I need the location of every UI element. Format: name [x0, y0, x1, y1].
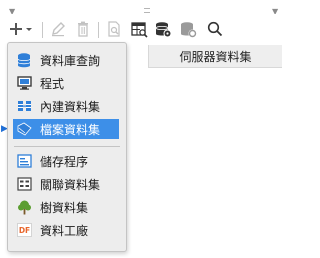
toolbar: [0, 14, 297, 44]
preview-button[interactable]: [104, 18, 124, 40]
menu-item-tree-dataset[interactable]: 樹資料集: [13, 197, 119, 217]
toolbar-separator: [42, 22, 43, 38]
menu-item-stored-procedure[interactable]: 儲存程序: [13, 151, 119, 171]
trash-icon: [78, 21, 88, 37]
add-button[interactable]: [8, 18, 34, 40]
svg-text:DF: DF: [18, 226, 29, 235]
pencil-icon: [52, 22, 65, 37]
menu-item-label: 儲存程序: [40, 154, 89, 169]
database-button[interactable]: [153, 18, 173, 40]
query-button[interactable]: [129, 18, 149, 40]
table-search-icon: [130, 21, 148, 38]
menu-item-builtin-dataset[interactable]: 內建資料集: [13, 96, 119, 116]
menu-item-label: 內建資料集: [40, 99, 101, 114]
document-search-icon: [108, 21, 120, 37]
relation-icon: [16, 176, 32, 192]
file-tag-icon: [16, 121, 32, 137]
add-dataset-menu: 資料庫查詢 程式 內建資料集 檔案資料集 儲存程序 關聯資料集 樹資料集 DF …: [7, 42, 127, 252]
toolbar-separator: [98, 22, 99, 38]
monitor-icon: [16, 75, 32, 91]
builtin-table-icon: [16, 98, 32, 114]
column-header-server-datasets: 伺服器資料集: [148, 45, 282, 68]
menu-item-data-factory[interactable]: DF 資料工廠: [13, 220, 119, 240]
database-refresh-icon: [180, 21, 196, 37]
search-icon: [207, 21, 223, 37]
df-icon: DF: [16, 222, 32, 238]
menu-item-label: 資料工廠: [40, 223, 89, 238]
menu-item-program[interactable]: 程式: [13, 73, 119, 93]
search-button[interactable]: [205, 18, 225, 40]
panel-title-strip: ▼ ▼: [0, 0, 297, 16]
menu-item-database-query[interactable]: 資料庫查詢: [13, 50, 119, 70]
menu-item-file-dataset[interactable]: 檔案資料集: [13, 119, 119, 139]
drag-grip-icon[interactable]: [144, 8, 150, 13]
menu-item-label: 關聯資料集: [40, 177, 101, 192]
database-icon: [16, 52, 32, 68]
stored-procedure-icon: [16, 153, 32, 169]
delete-button[interactable]: [73, 18, 93, 40]
menu-item-label: 程式: [40, 76, 65, 91]
database-gear-icon: [155, 21, 171, 37]
tree-icon: [16, 199, 32, 215]
database-sync-button[interactable]: [178, 18, 198, 40]
menu-item-label: 檔案資料集: [40, 122, 101, 137]
menu-item-label: 資料庫查詢: [40, 53, 101, 68]
menu-separator: [14, 146, 120, 147]
menu-item-relation-dataset[interactable]: 關聯資料集: [13, 174, 119, 194]
plus-icon: [10, 23, 32, 35]
menu-item-label: 樹資料集: [40, 200, 89, 215]
edit-button[interactable]: [48, 18, 68, 40]
